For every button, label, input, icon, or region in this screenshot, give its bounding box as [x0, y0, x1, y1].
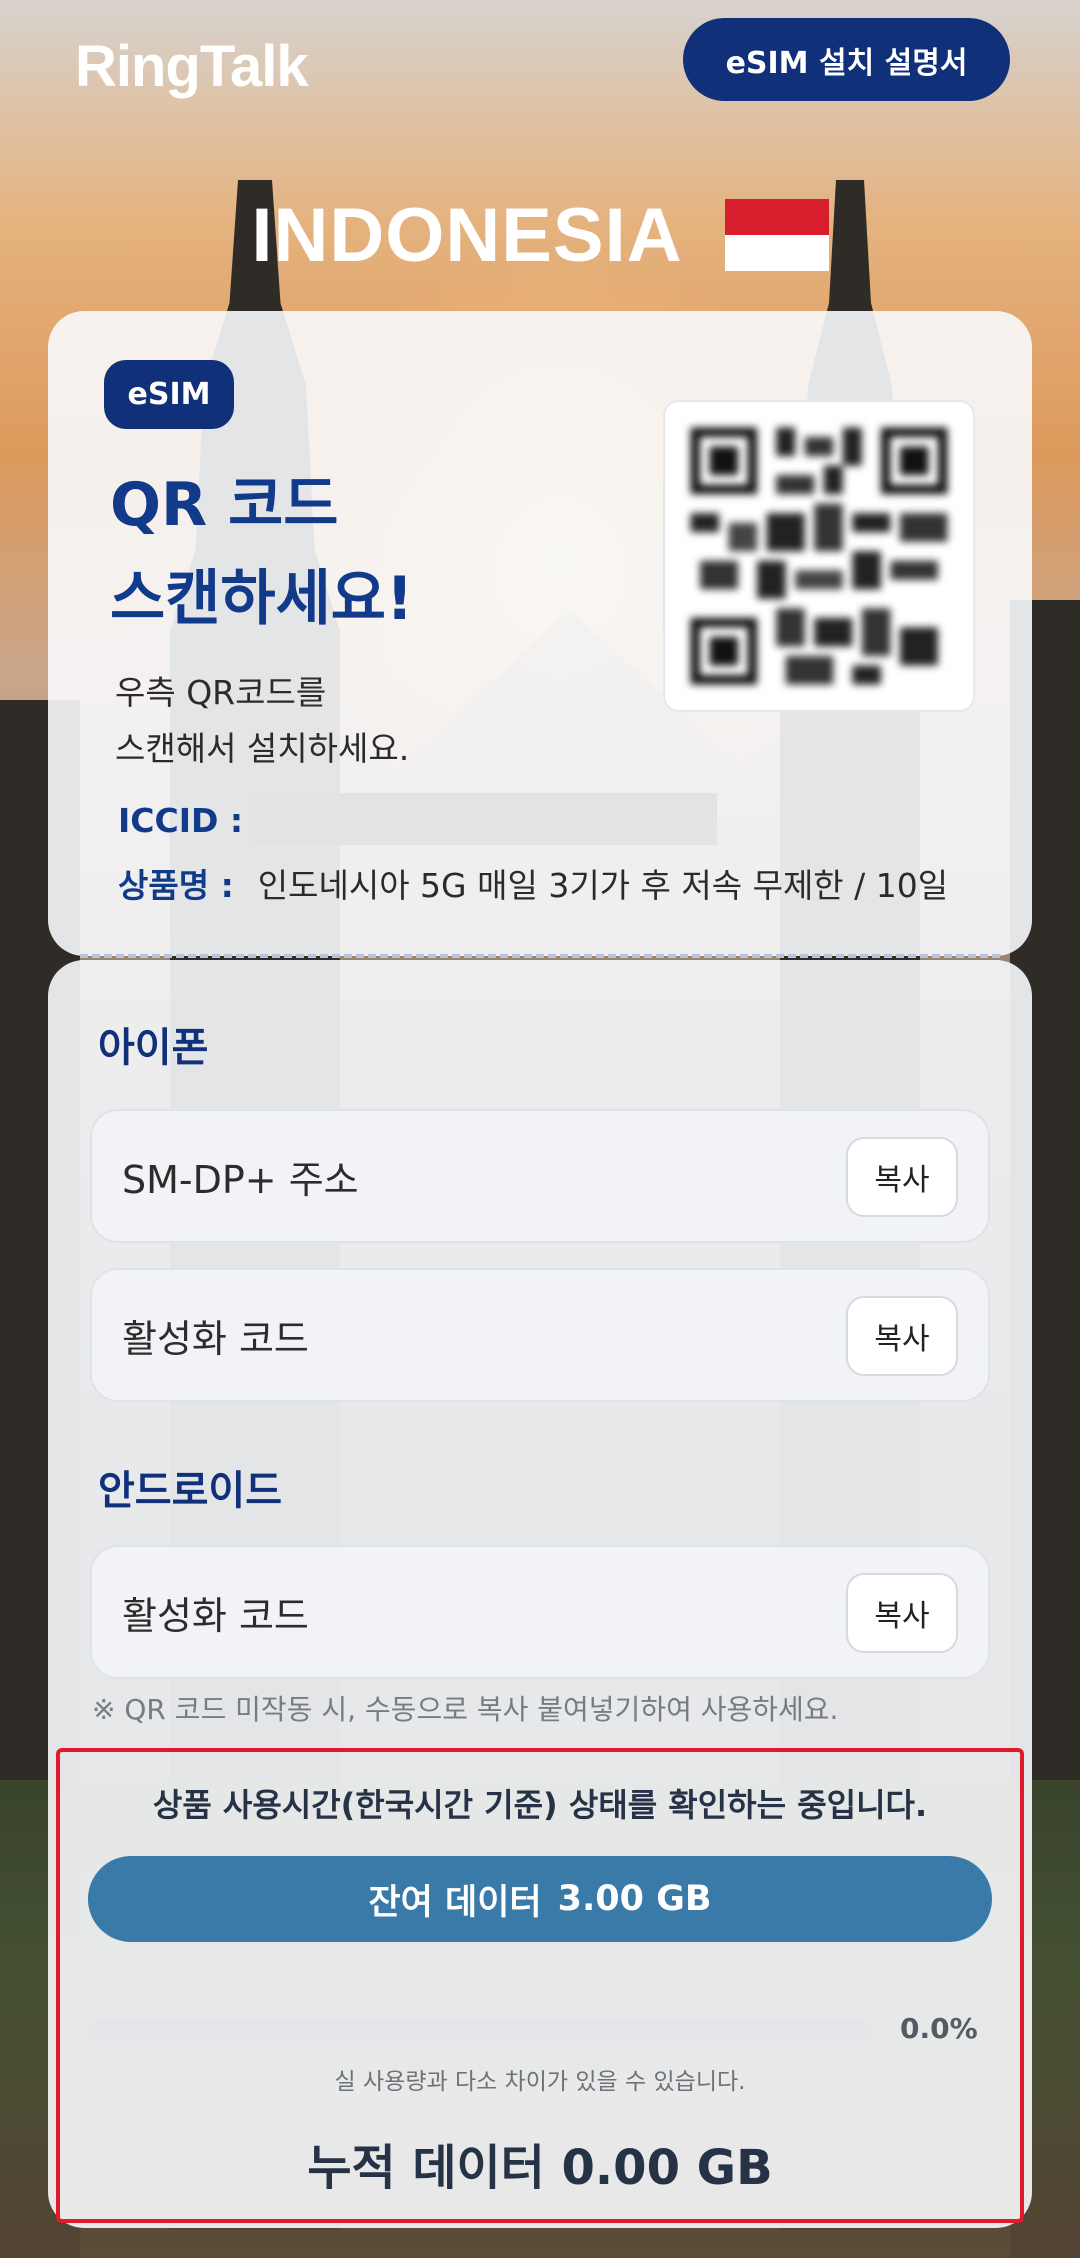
android-activation-code-label: 활성화 코드 — [122, 1593, 309, 1638]
iphone-section-title: 아이폰 — [98, 1025, 209, 1071]
country-name: INDONESIA — [251, 192, 683, 278]
android-section-title: 안드로이드 — [98, 1468, 282, 1514]
country-title: INDONESIA — [0, 185, 1080, 285]
qr-code-icon — [681, 418, 957, 694]
android-activation-code-field: 활성화 코드 복사 — [90, 1545, 990, 1679]
qr-code-image — [663, 400, 975, 712]
smdp-address-label: SM-DP+ 주소 — [122, 1157, 359, 1202]
ringtalk-logo[interactable]: RingTalk — [75, 30, 309, 102]
remaining-data-button[interactable]: 잔여 데이터 3.00 GB — [88, 1856, 992, 1942]
esim-guide-button[interactable]: eSIM 설치 설명서 — [683, 18, 1010, 101]
usage-progress-bar — [88, 2020, 873, 2042]
esim-badge: eSIM — [104, 360, 234, 429]
qr-description: 우측 QR코드를 스캔해서 설치하세요. — [115, 665, 675, 777]
qr-title-line1: QR 코드 — [110, 470, 339, 540]
header: RingTalk eSIM 설치 설명서 — [0, 0, 1080, 120]
manual-copy-note: ※ QR 코드 미작동 시, 수동으로 복사 붙여넣기하여 사용하세요. — [92, 1693, 839, 1726]
iphone-activation-code-label: 활성화 코드 — [122, 1316, 309, 1361]
iphone-activation-code-field: 활성화 코드 복사 — [90, 1268, 990, 1402]
remaining-data-label: 잔여 데이터 — [368, 1882, 542, 1923]
product-label: 상품명 : — [118, 866, 234, 905]
iccid-label: ICCID : — [118, 800, 244, 840]
remaining-data-value: 3.00 GB — [557, 1879, 712, 1919]
iccid-row: ICCID : — [118, 792, 243, 848]
copy-android-activation-button[interactable]: 복사 — [846, 1573, 958, 1653]
cumulative-data: 누적 데이터 0.00 GB — [307, 2140, 773, 2196]
usage-progress-percent: 0.0% — [900, 2012, 978, 2045]
indonesia-flag-icon — [724, 199, 829, 271]
smdp-address-field: SM-DP+ 주소 복사 — [90, 1109, 990, 1243]
copy-smdp-button[interactable]: 복사 — [846, 1137, 958, 1217]
qr-desc-line2: 스캔해서 설치하세요. — [115, 729, 410, 768]
qr-desc-line1: 우측 QR코드를 — [115, 673, 327, 712]
qr-title: QR 코드 스캔하세요! — [110, 458, 670, 646]
usage-disclaimer: 실 사용량과 다소 차이가 있을 수 있습니다. — [334, 2069, 746, 2095]
iccid-value-masked — [255, 793, 717, 845]
usage-status-title: 상품 사용시간(한국시간 기준) 상태를 확인하는 중입니다. — [152, 1786, 928, 1824]
copy-iphone-activation-button[interactable]: 복사 — [846, 1296, 958, 1376]
product-value: 인도네시아 5G 매일 3기가 후 저속 무제한 / 10일 — [257, 866, 949, 905]
qr-title-line2: 스캔하세요! — [110, 564, 414, 634]
card-divider — [80, 954, 1000, 958]
product-row: 상품명 : 인도네시아 5G 매일 3기가 후 저속 무제한 / 10일 — [118, 855, 948, 911]
